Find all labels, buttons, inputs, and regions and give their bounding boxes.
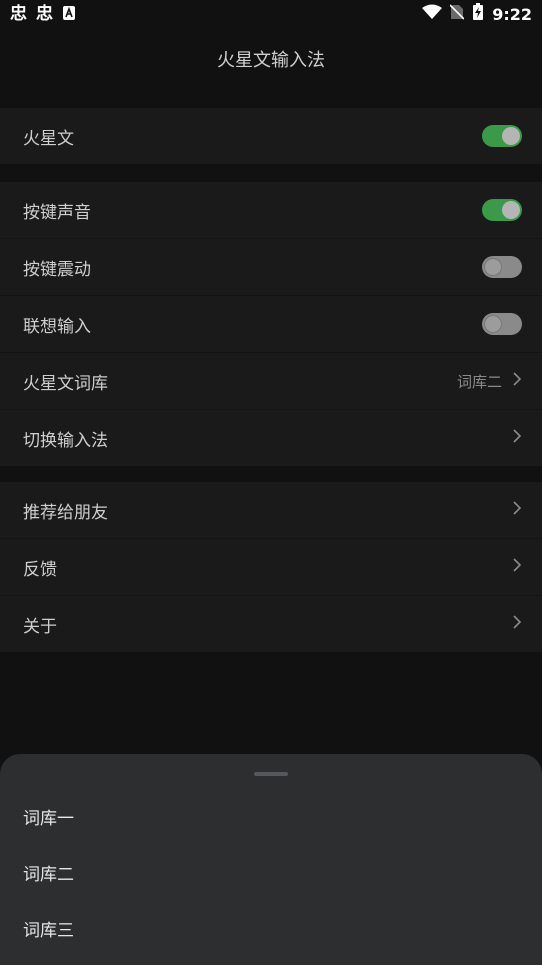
setting-key-vibration-row[interactable]: 按键震动	[0, 239, 542, 296]
setting-label: 火星文	[23, 128, 74, 149]
sheet-option-dictionary-1[interactable]: 词库一	[23, 804, 74, 829]
setting-predictive-input-row[interactable]: 联想输入	[0, 296, 542, 353]
dictionary-bottom-sheet: 词库一 词库二 词库三	[0, 754, 542, 965]
setting-dictionary-row[interactable]: 火星文词库 词库二	[0, 353, 542, 410]
app-notification-icon: 忠	[10, 3, 30, 27]
status-bar-system: 9:22	[422, 3, 532, 25]
dictionary-current-value: 词库二	[456, 372, 502, 391]
sheet-option-dictionary-3[interactable]: 词库三	[23, 916, 74, 941]
settings-group-input: 按键声音 按键震动 联想输入 火星文词库 词库二 切换输入法	[0, 182, 542, 466]
text-notification-icon	[62, 5, 76, 25]
key-vibration-switch[interactable]	[482, 256, 522, 278]
huoxingwen-switch[interactable]	[482, 125, 522, 147]
key-sound-switch[interactable]	[482, 199, 522, 221]
no-sim-icon	[449, 4, 465, 24]
sheet-drag-handle[interactable]	[254, 772, 288, 776]
setting-switch-ime-row[interactable]: 切换输入法	[0, 410, 542, 466]
chevron-right-icon	[512, 500, 522, 520]
setting-key-sound-row[interactable]: 按键声音	[0, 182, 542, 239]
switch-knob	[502, 201, 520, 219]
chevron-right-icon	[512, 428, 522, 448]
setting-label: 切换输入法	[23, 430, 108, 451]
page-title: 火星文输入法	[217, 50, 325, 71]
setting-label: 按键震动	[23, 259, 91, 280]
status-bar-time: 9:22	[492, 4, 532, 24]
switch-knob	[502, 127, 520, 145]
app-header: 火星文输入法	[0, 28, 542, 90]
setting-about-row[interactable]: 关于	[0, 596, 542, 652]
status-bar-notifications: 忠 忠	[10, 3, 76, 27]
setting-huoxingwen-toggle-row[interactable]: 火星文	[0, 108, 542, 164]
setting-label: 反馈	[23, 559, 57, 580]
setting-label: 火星文词库	[23, 373, 108, 394]
setting-label: 按键声音	[23, 202, 91, 223]
switch-knob	[484, 258, 502, 276]
battery-charging-icon	[472, 3, 484, 25]
settings-group-main: 火星文	[0, 108, 542, 164]
svg-text:忠: 忠	[36, 3, 53, 23]
svg-text:忠: 忠	[10, 3, 27, 23]
chevron-right-icon	[512, 371, 522, 391]
setting-feedback-row[interactable]: 反馈	[0, 539, 542, 596]
setting-label: 关于	[23, 616, 57, 637]
settings-group-about: 推荐给朋友 反馈 关于	[0, 482, 542, 652]
chevron-right-icon	[512, 557, 522, 577]
wifi-icon	[422, 4, 443, 24]
switch-knob	[484, 315, 502, 333]
setting-recommend-row[interactable]: 推荐给朋友	[0, 482, 542, 539]
setting-label: 联想输入	[23, 316, 91, 337]
setting-label: 推荐给朋友	[23, 502, 108, 523]
status-bar: 忠 忠 9:22	[0, 0, 542, 28]
predictive-input-switch[interactable]	[482, 313, 522, 335]
app-notification-icon: 忠	[36, 3, 56, 27]
chevron-right-icon	[512, 614, 522, 634]
sheet-option-dictionary-2[interactable]: 词库二	[23, 860, 74, 885]
